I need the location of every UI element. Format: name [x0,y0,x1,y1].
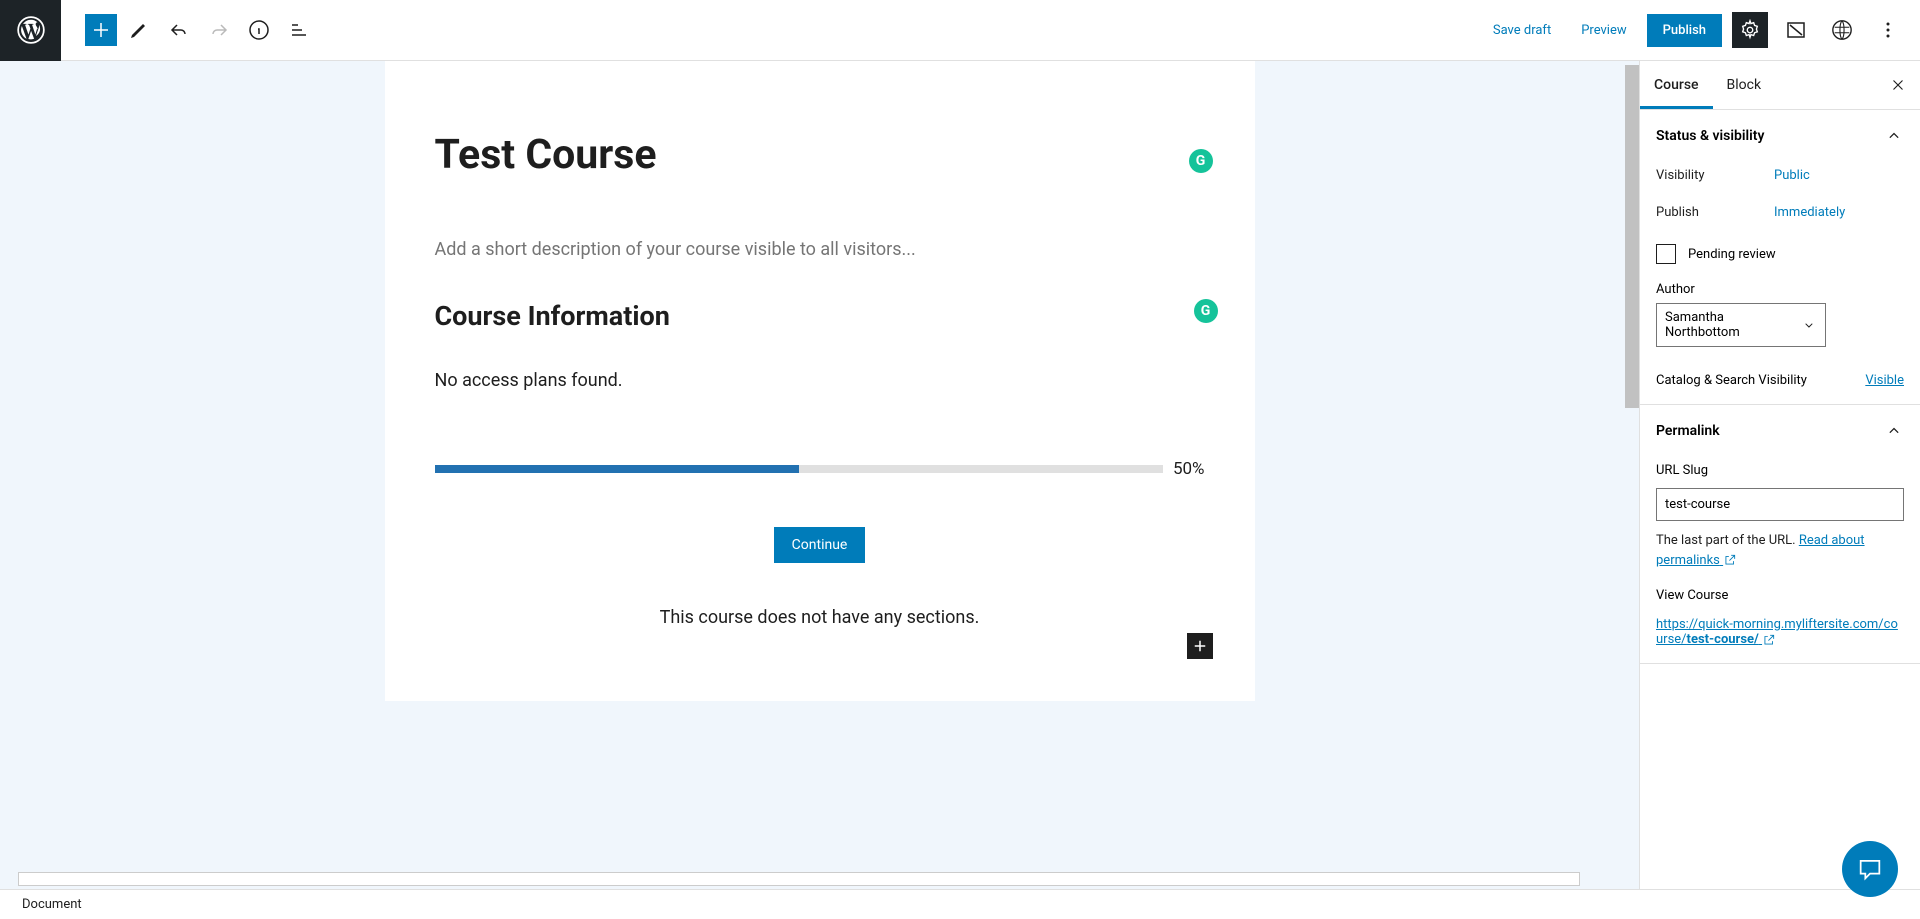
details-button[interactable] [241,12,277,48]
save-draft-link[interactable]: Save draft [1483,17,1561,44]
grammarly-icon: G [1196,153,1206,169]
progress-bar [435,465,1163,473]
more-menu-button[interactable] [1870,12,1906,48]
close-sidebar-button[interactable] [1886,73,1910,97]
editor-footer: Document [0,889,1920,919]
publish-value-button[interactable]: Immediately [1774,205,1845,220]
publish-button[interactable]: Publish [1647,14,1722,47]
preview-link[interactable]: Preview [1571,17,1636,44]
grammarly-icon: G [1201,303,1211,319]
panel-status-visibility: Status & visibility Visibility Public Pu… [1640,110,1920,405]
catalog-visibility-link[interactable]: Visible [1865,373,1904,388]
globe-icon [1831,19,1853,41]
author-select[interactable]: Samantha Northbottom [1656,303,1826,347]
chevron-down-icon [1801,317,1817,333]
panel-title: Permalink [1656,423,1720,439]
redo-button[interactable] [201,12,237,48]
no-access-plans-text: No access plans found. [435,370,1205,391]
yoast-button[interactable] [1824,12,1860,48]
permalink-help-text: The last part of the URL. Read about per… [1656,531,1904,570]
visibility-label: Visibility [1656,168,1774,183]
kebab-icon [1876,18,1900,42]
toolbar-left [71,12,317,48]
breadcrumb[interactable]: Document [22,897,82,912]
sidebar-tabs: Course Block [1640,61,1920,110]
add-section-button[interactable] [1187,633,1213,659]
continue-button[interactable]: Continue [774,527,866,563]
panel-title: Status & visibility [1656,128,1764,144]
chevron-up-icon [1884,421,1904,441]
grammarly-badge[interactable]: G [1194,299,1218,323]
chat-icon [1856,855,1884,883]
plus-icon [1191,637,1209,655]
progress-fill [435,465,799,473]
pencil-icon [127,18,151,42]
lifter-button[interactable] [1778,12,1814,48]
pending-review-checkbox[interactable] [1656,244,1676,264]
undo-button[interactable] [161,12,197,48]
settings-sidebar: Course Block Status & visibility Visibil… [1639,61,1920,889]
author-label: Author [1656,282,1904,297]
settings-button[interactable] [1732,12,1768,48]
wordpress-icon [17,16,45,44]
url-slug-input[interactable] [1656,488,1904,521]
editor-canvas[interactable]: G G Test Course Add a short description … [385,61,1255,701]
panel-permalink: Permalink URL Slug The last part of the … [1640,405,1920,664]
chevron-up-icon [1884,126,1904,146]
course-url-link[interactable]: https://quick-morning.myliftersite.com/c… [1656,617,1904,647]
editor-canvas-wrap: G G Test Course Add a short description … [0,61,1639,889]
plus-icon [89,18,113,42]
undo-icon [167,18,191,42]
horizontal-scrollbar[interactable] [18,872,1580,886]
url-slug-label: URL Slug [1656,463,1904,478]
panel-header-permalink[interactable]: Permalink [1656,421,1904,441]
list-icon [287,18,311,42]
grammarly-badge[interactable]: G [1189,149,1213,173]
add-block-button[interactable] [85,14,117,46]
external-link-icon [1723,553,1737,567]
course-description-input[interactable]: Add a short description of your course v… [435,239,1205,260]
toolbar-right: Save draft Preview Publish [1483,12,1920,48]
no-sections-text: This course does not have any sections. [435,607,1205,628]
tab-block[interactable]: Block [1713,61,1776,109]
course-title-input[interactable]: Test Course [435,131,1205,179]
outline-button[interactable] [281,12,317,48]
progress-row: 50% [435,459,1205,479]
editor-toolbar: Save draft Preview Publish [0,0,1920,61]
wordpress-logo[interactable] [0,0,61,61]
publish-label: Publish [1656,205,1774,220]
view-course-label: View Course [1656,588,1904,603]
visibility-value-button[interactable]: Public [1774,168,1810,183]
info-icon [247,18,271,42]
redo-icon [207,18,231,42]
pending-review-label: Pending review [1688,247,1776,262]
gear-icon [1739,19,1761,41]
help-bubble-button[interactable] [1842,841,1898,897]
external-link-icon [1762,633,1776,647]
catalog-visibility-label: Catalog & Search Visibility [1656,373,1807,388]
author-select-value: Samantha Northbottom [1665,310,1801,340]
lifter-icon [1784,18,1808,42]
course-info-heading: Course Information [435,300,1205,332]
progress-percent-label: 50% [1173,459,1205,479]
panel-header-status[interactable]: Status & visibility [1656,126,1904,146]
tab-course[interactable]: Course [1640,61,1713,109]
close-icon [1889,76,1907,94]
edit-mode-button[interactable] [121,12,157,48]
scrollbar-thumb[interactable] [1625,65,1639,408]
